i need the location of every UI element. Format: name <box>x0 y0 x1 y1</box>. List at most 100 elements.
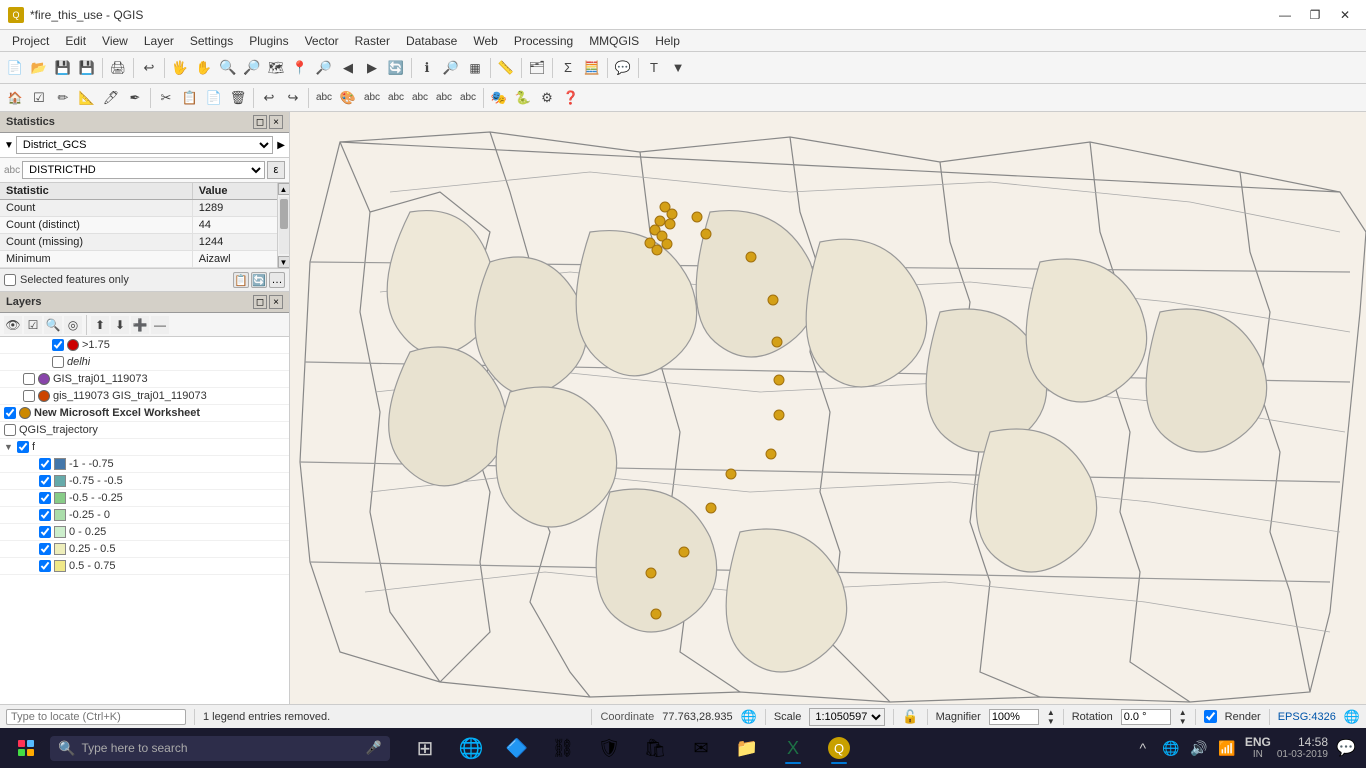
tb-label[interactable]: T <box>643 57 665 79</box>
tb2-lbl3[interactable]: abc <box>361 87 383 109</box>
menu-raster[interactable]: Raster <box>347 32 398 50</box>
menu-mmqgis[interactable]: MMQGIS <box>581 32 647 50</box>
taskbar-search[interactable]: 🔍 Type here to search 🎤 <box>50 736 390 761</box>
start-button[interactable] <box>8 730 44 766</box>
layer-item[interactable]: 0 - 0.25 <box>0 524 289 541</box>
layers-tb-up[interactable]: ⬆ <box>91 316 109 334</box>
layer-item[interactable]: GIS_traj01_119073 <box>0 371 289 388</box>
tb-pan[interactable]: 🖐 <box>169 57 191 79</box>
maximize-button[interactable]: ❐ <box>1302 5 1328 25</box>
tb-zoomsel[interactable]: 🔎 <box>313 57 335 79</box>
layer-visibility-checkbox[interactable] <box>39 492 51 504</box>
layer-item[interactable]: -1 - -0.75 <box>0 456 289 473</box>
taskbar-qgis[interactable]: Q <box>818 730 860 766</box>
tb2-redo[interactable]: ↪ <box>282 87 304 109</box>
tb2-lbl5[interactable]: abc <box>409 87 431 109</box>
tb2-paste[interactable]: 📄 <box>203 87 225 109</box>
layers-tb-down[interactable]: ⬇ <box>111 316 129 334</box>
stats-layer-select[interactable]: District_GCS <box>16 136 273 154</box>
scale-select[interactable]: 1:1050597 <box>809 708 885 726</box>
layers-tb-filter[interactable]: 🔍 <box>44 316 62 334</box>
layer-item[interactable]: 0.5 - 0.75 <box>0 558 289 575</box>
globe-icon[interactable]: 🌐 <box>1344 709 1360 725</box>
stats-more-btn[interactable]: … <box>269 272 285 288</box>
vscroll-down[interactable]: ▼ <box>278 256 290 268</box>
layer-expand-icon[interactable]: ▼ <box>4 442 14 452</box>
tb2-edit[interactable]: ✏ <box>52 87 74 109</box>
menu-web[interactable]: Web <box>465 32 505 50</box>
tb-undo[interactable]: ↩ <box>138 57 160 79</box>
tb2-preview[interactable]: 🎭 <box>488 87 510 109</box>
taskbar-app4[interactable]: ⛓ <box>542 730 584 766</box>
taskbar-clock[interactable]: 14:58 01-03-2019 <box>1277 736 1328 760</box>
menu-layer[interactable]: Layer <box>136 32 182 50</box>
stats-copy-btn[interactable]: 📋 <box>233 272 249 288</box>
tb-select[interactable]: ▦ <box>464 57 486 79</box>
tb-calc[interactable]: 🧮 <box>581 57 603 79</box>
tb-measure[interactable]: 📏 <box>495 57 517 79</box>
tb2-lbl4[interactable]: abc <box>385 87 407 109</box>
taskbar-security[interactable]: 🛡 <box>588 730 630 766</box>
locate-input[interactable] <box>6 709 186 725</box>
layer-visibility-checkbox[interactable] <box>39 475 51 487</box>
tb-open[interactable]: 📂 <box>28 57 50 79</box>
layer-visibility-checkbox[interactable] <box>39 458 51 470</box>
wifi-icon[interactable]: 📶 <box>1215 736 1239 760</box>
menu-processing[interactable]: Processing <box>506 32 581 50</box>
vscroll-thumb[interactable] <box>280 199 288 229</box>
close-button[interactable]: ✕ <box>1332 5 1358 25</box>
layer-visibility-checkbox[interactable] <box>39 509 51 521</box>
selected-features-checkbox[interactable] <box>4 274 16 286</box>
minimize-button[interactable]: — <box>1272 5 1298 25</box>
volume-icon[interactable]: 🔊 <box>1187 736 1211 760</box>
magnifier-stepper[interactable]: ▲▼ <box>1047 708 1055 726</box>
tb-saveas[interactable]: 💾 <box>76 57 98 79</box>
menu-vector[interactable]: Vector <box>297 32 347 50</box>
menu-project[interactable]: Project <box>4 32 57 50</box>
taskbar-language[interactable]: ENG IN <box>1245 736 1271 760</box>
taskbar-files[interactable]: 📁 <box>726 730 768 766</box>
tb-tips[interactable]: 💬 <box>612 57 634 79</box>
layer-visibility-checkbox[interactable] <box>39 560 51 572</box>
tb2-dig[interactable]: 🏠 <box>4 87 26 109</box>
epsg-badge[interactable]: EPSG:4326 <box>1278 711 1336 723</box>
menu-view[interactable]: View <box>94 32 136 50</box>
tb-zoomout[interactable]: 🔎 <box>241 57 263 79</box>
tb-decore[interactable]: 🗂 <box>526 57 548 79</box>
stats-close-btn[interactable]: × <box>269 115 283 129</box>
layer-visibility-checkbox[interactable] <box>23 373 35 385</box>
coordinate-icon[interactable]: 🌐 <box>741 709 757 725</box>
taskbar-edge[interactable]: 🌐 <box>450 730 492 766</box>
layer-item[interactable]: New Microsoft Excel Worksheet <box>0 405 289 422</box>
layer-visibility-checkbox[interactable] <box>17 441 29 453</box>
layer-item[interactable]: delhi <box>0 354 289 371</box>
network-icon[interactable]: 🌐 <box>1159 736 1183 760</box>
layer-visibility-checkbox[interactable] <box>23 390 35 402</box>
microphone-icon[interactable]: 🎤 <box>366 740 382 756</box>
tb-stats[interactable]: Σ <box>557 57 579 79</box>
render-checkbox[interactable] <box>1204 710 1217 723</box>
layer-item[interactable]: >1.75 <box>0 337 289 354</box>
tb2-python[interactable]: 🐍 <box>512 87 534 109</box>
tb2-lbl2[interactable]: 🎨 <box>337 87 359 109</box>
taskbar-mail[interactable]: ✉ <box>680 730 722 766</box>
magnifier-input[interactable] <box>989 709 1039 725</box>
menu-edit[interactable]: Edit <box>57 32 94 50</box>
layers-tb-remove[interactable]: — <box>151 316 169 334</box>
tb2-lbl6[interactable]: abc <box>433 87 455 109</box>
menu-plugins[interactable]: Plugins <box>241 32 296 50</box>
tb2-check[interactable]: ☑ <box>28 87 50 109</box>
layer-item[interactable]: -0.75 - -0.5 <box>0 473 289 490</box>
layer-visibility-checkbox[interactable] <box>39 543 51 555</box>
tb-identify2[interactable]: 🔎 <box>440 57 462 79</box>
lock-icon[interactable]: 🔓 <box>902 709 918 725</box>
stats-float-btn[interactable]: ◻ <box>253 115 267 129</box>
map-area[interactable] <box>290 112 1366 704</box>
taskbar-taskview[interactable]: ⊞ <box>404 730 446 766</box>
stats-vscroll[interactable]: ▲ ▼ <box>277 183 289 268</box>
tray-chevron[interactable]: ^ <box>1131 736 1155 760</box>
tb-new[interactable]: 📄 <box>4 57 26 79</box>
tb-zoomlayer[interactable]: 📍 <box>289 57 311 79</box>
menu-settings[interactable]: Settings <box>182 32 241 50</box>
tb-zoomfull[interactable]: 🗺 <box>265 57 287 79</box>
